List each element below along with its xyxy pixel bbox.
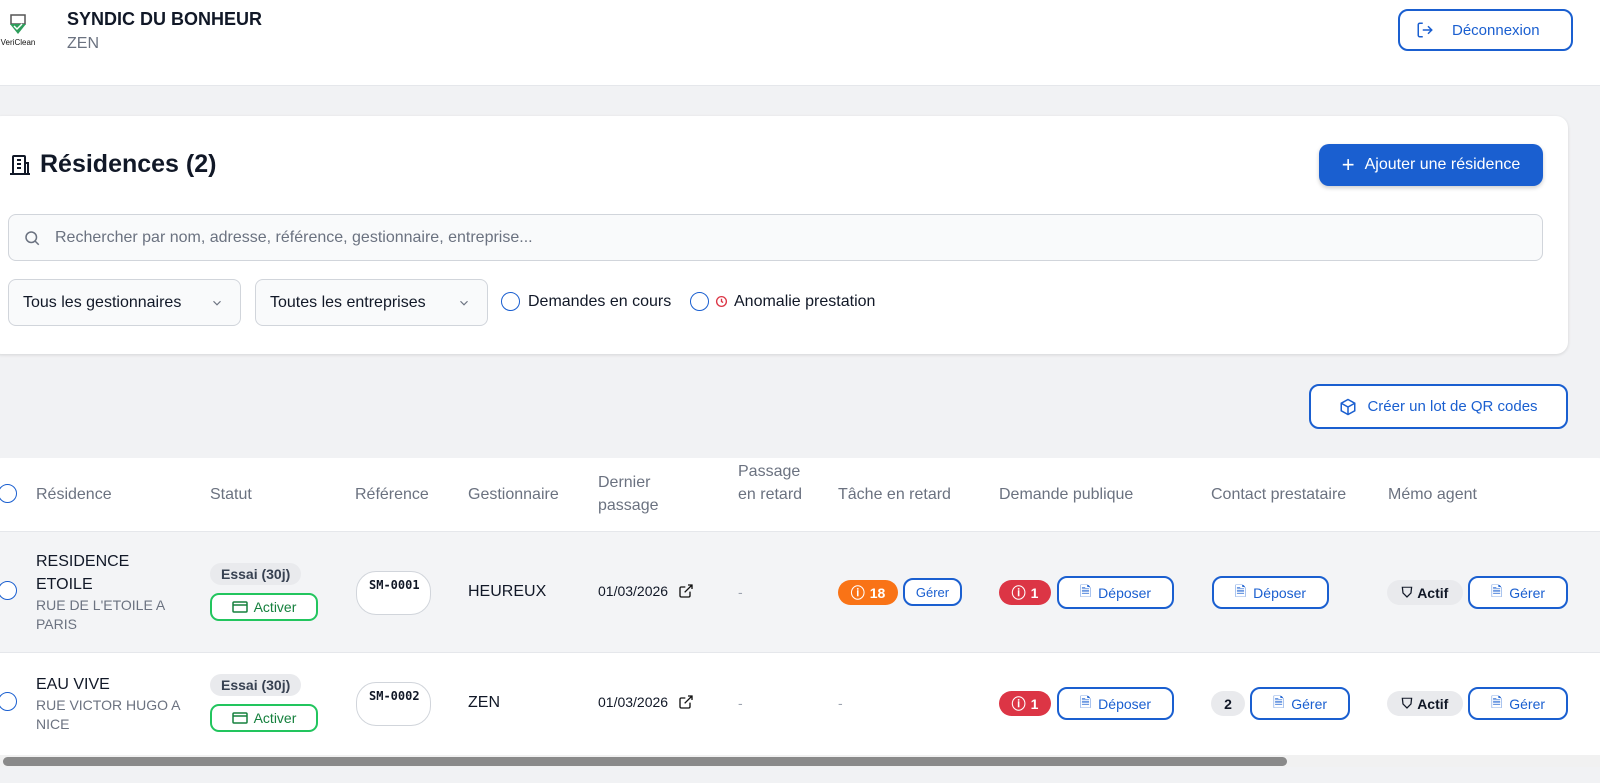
- residence-name[interactable]: EAU VIVE: [36, 673, 186, 696]
- public-request-badge: ⓘ 1: [999, 580, 1051, 605]
- col-last-visit[interactable]: Dernier passage: [598, 471, 678, 517]
- company-filter-select[interactable]: Toutes les entreprises: [255, 279, 488, 326]
- alert-icon: ⓘ: [1011, 695, 1026, 712]
- chevron-down-icon: [460, 300, 468, 306]
- credit-card-icon: [231, 601, 248, 613]
- search-icon: [25, 230, 40, 245]
- anomaly-label: Anomalie prestation: [734, 292, 876, 310]
- search-placeholder: Rechercher par nom, adresse, référence, …: [55, 228, 533, 246]
- manager-filter-value: Tous les gestionnaires: [23, 293, 182, 311]
- alert-icon: ⓘ: [850, 584, 865, 601]
- col-memo[interactable]: Mémo agent: [1388, 483, 1477, 506]
- scrollbar-thumb[interactable]: [3, 757, 1287, 766]
- table-row[interactable]: [0, 531, 1600, 653]
- anomaly-checkbox[interactable]: Anomalie prestation: [690, 292, 875, 311]
- manage-contact-button[interactable]: 🗎 Gérer: [1250, 687, 1350, 720]
- deposit-request-button[interactable]: 🗎 Déposer: [1057, 687, 1174, 720]
- file-icon: 🗎: [1079, 693, 1092, 710]
- col-residence[interactable]: Résidence: [36, 483, 112, 506]
- col-contact[interactable]: Contact prestataire: [1211, 483, 1346, 506]
- page-title-text: Résidences (2): [40, 150, 217, 178]
- deposit-contact-button[interactable]: 🗎 Déposer: [1212, 576, 1329, 609]
- residence-name[interactable]: RESIDENCE ETOILE: [36, 550, 186, 596]
- late-task-badge: ⓘ 18: [838, 580, 898, 605]
- last-visit-date: 01/03/2026: [598, 694, 669, 710]
- add-residence-button[interactable]: + Ajouter une résidence: [1319, 144, 1543, 186]
- credit-card-icon: [231, 712, 248, 724]
- external-link-icon[interactable]: [678, 694, 694, 710]
- status-badge: Essai (30j): [210, 563, 302, 585]
- col-manager[interactable]: Gestionnaire: [468, 483, 559, 506]
- status-badge: Essai (30j): [210, 674, 302, 696]
- requests-checkbox[interactable]: Demandes en cours: [501, 292, 671, 311]
- public-request-badge: ⓘ 1: [999, 691, 1051, 716]
- deposit-request-button[interactable]: 🗎 Déposer: [1057, 576, 1174, 609]
- chevron-down-icon: [213, 300, 221, 306]
- org-name: SYNDIC DU BONHEUR: [67, 9, 263, 29]
- manager-name: HEUREUX: [468, 583, 547, 600]
- memo-status-badge: ⛉ Actif: [1387, 580, 1463, 605]
- col-public-request[interactable]: Demande publique: [999, 483, 1133, 506]
- radio-circle[interactable]: [690, 292, 709, 311]
- manager-name: ZEN: [468, 694, 500, 711]
- logout-icon: [1417, 22, 1433, 38]
- plus-icon: +: [1341, 152, 1355, 177]
- residence-address: RUE DE L'ETOILE A PARIS: [36, 597, 165, 632]
- memo-status-badge: ⛉ Actif: [1387, 691, 1463, 716]
- activate-button[interactable]: Activer: [210, 704, 318, 732]
- external-link-icon[interactable]: [678, 583, 694, 599]
- late-task-value: -: [838, 695, 843, 711]
- contact-count-badge: 2: [1211, 691, 1245, 716]
- col-reference[interactable]: Référence: [355, 483, 429, 506]
- manager-filter-select[interactable]: Tous les gestionnaires: [8, 279, 241, 326]
- file-icon: 🗎: [1490, 693, 1503, 710]
- reference-badge: SM-0002: [356, 682, 431, 726]
- col-late-visit[interactable]: Passage en retard: [738, 460, 808, 506]
- logout-button[interactable]: Déconnexion: [1398, 9, 1573, 51]
- search-input[interactable]: Rechercher par nom, adresse, référence, …: [8, 214, 1543, 261]
- building-icon: [10, 154, 30, 175]
- manage-memo-button[interactable]: 🗎 Gérer: [1468, 576, 1568, 609]
- activate-button[interactable]: Activer: [210, 593, 318, 621]
- package-icon: [1340, 398, 1356, 415]
- late-visit-value: -: [738, 695, 743, 711]
- col-status[interactable]: Statut: [210, 483, 252, 506]
- file-icon: 🗎: [1490, 582, 1503, 599]
- last-visit-date: 01/03/2026: [598, 583, 669, 599]
- reference-badge: SM-0001: [356, 571, 431, 615]
- page-title: Résidences (2): [8, 150, 216, 179]
- create-qr-batch-button[interactable]: Créer un lot de QR codes: [1309, 384, 1568, 429]
- manage-memo-button[interactable]: 🗎 Gérer: [1468, 687, 1568, 720]
- org-subname: ZEN: [67, 35, 99, 52]
- company-filter-value: Toutes les entreprises: [270, 293, 426, 311]
- requests-label: Demandes en cours: [528, 292, 672, 310]
- clock-icon: [715, 295, 728, 308]
- qr-label: Créer un lot de QR codes: [1367, 398, 1538, 415]
- file-icon: 🗎: [1272, 693, 1285, 710]
- radio-circle[interactable]: [501, 292, 520, 311]
- manage-tasks-button[interactable]: Gérer: [903, 578, 962, 606]
- add-residence-label: Ajouter une résidence: [1364, 156, 1521, 173]
- shield-icon: ⛉: [1401, 695, 1413, 711]
- file-icon: 🗎: [1234, 582, 1247, 599]
- late-visit-value: -: [738, 584, 743, 600]
- activate-label: Activer: [253, 710, 297, 726]
- logout-label: Déconnexion: [1452, 21, 1540, 39]
- alert-icon: ⓘ: [1011, 584, 1026, 601]
- vericlean-logo: VeriClean: [0, 14, 36, 47]
- shield-icon: ⛉: [1401, 584, 1413, 600]
- activate-label: Activer: [253, 599, 297, 615]
- col-late-task[interactable]: Tâche en retard: [838, 483, 951, 506]
- residence-address: RUE VICTOR HUGO A NICE: [36, 697, 180, 732]
- file-icon: 🗎: [1079, 582, 1092, 599]
